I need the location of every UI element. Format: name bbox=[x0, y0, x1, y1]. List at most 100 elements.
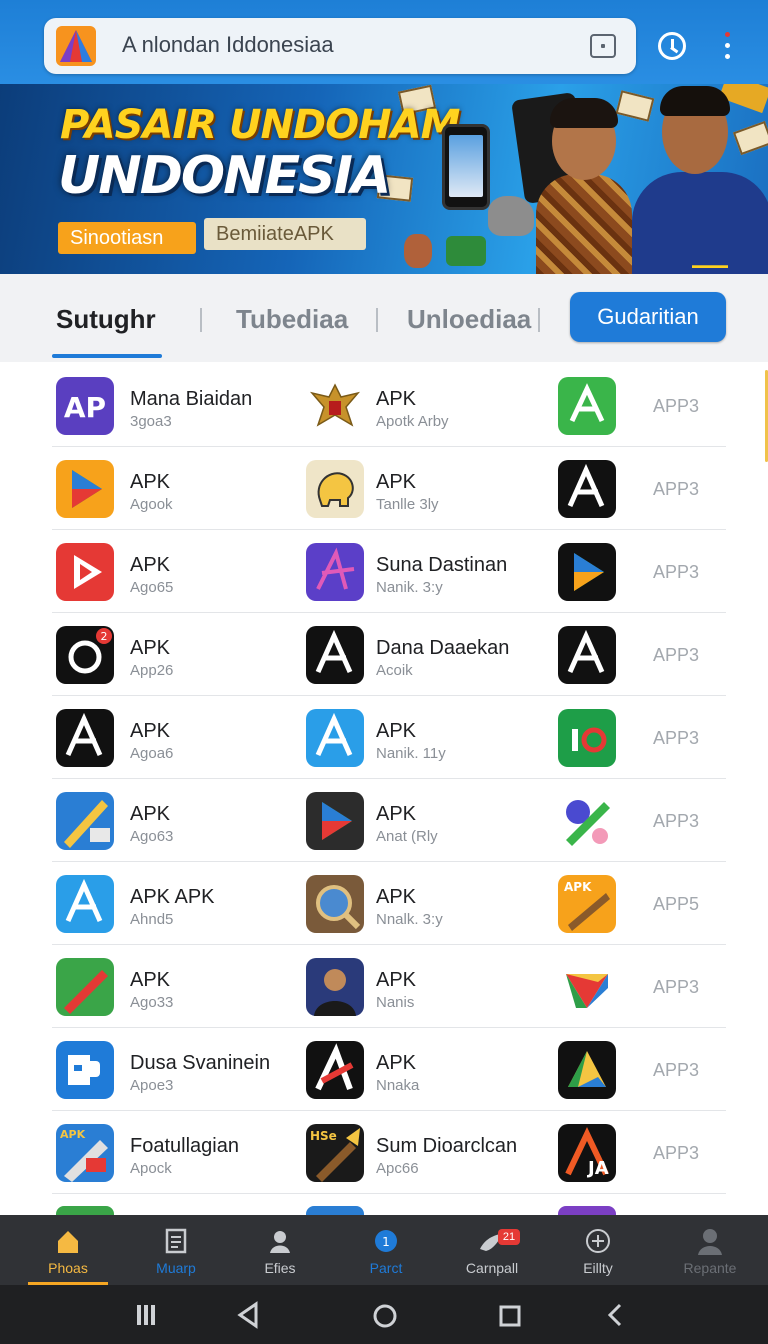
overflow-menu-icon[interactable] bbox=[720, 30, 734, 62]
app-subtitle: Apotk Arby bbox=[376, 413, 449, 430]
back-icon[interactable] bbox=[218, 1285, 278, 1344]
ap-purple-icon: AP bbox=[56, 377, 114, 435]
a-purple-icon bbox=[306, 543, 364, 601]
app-item[interactable]: APK Anat (Rly bbox=[306, 779, 556, 862]
ap-blue-icon bbox=[56, 875, 114, 933]
partial-row bbox=[52, 1200, 726, 1216]
app-subtitle: Nanis bbox=[376, 994, 415, 1011]
nav-item-7[interactable]: Repante bbox=[656, 1215, 764, 1285]
app-item[interactable]: APK Nanis bbox=[306, 945, 556, 1028]
bottom-navigation: Phoas Muarp Efies 1 Parct Carnpall 21 Eillty Rep… bbox=[0, 1215, 768, 1285]
gdrive-icon bbox=[558, 958, 616, 1016]
svg-text:2: 2 bbox=[101, 630, 108, 643]
apk-syringe-icon: APK bbox=[56, 1124, 114, 1182]
app-name: APK bbox=[376, 388, 417, 410]
app-item[interactable]: APK Nanik. 11y bbox=[306, 696, 556, 779]
banner-chip-right[interactable]: BemiiateAPK bbox=[204, 218, 366, 250]
banner-title: PASAIR UNDOHAM bbox=[60, 102, 460, 148]
app-item[interactable]: APK Ago33 bbox=[56, 945, 296, 1028]
app-item[interactable]: APK APK Ahnd5 bbox=[56, 862, 296, 945]
tools-blue-icon bbox=[56, 792, 114, 850]
chevron-left-icon[interactable] bbox=[584, 1285, 644, 1344]
elephant-icon bbox=[306, 460, 364, 518]
app-name: APK bbox=[376, 969, 417, 991]
app-subtitle: Ago33 bbox=[130, 994, 174, 1011]
app-item[interactable]: APP3 bbox=[558, 1028, 726, 1111]
toolkit-icon bbox=[558, 792, 616, 850]
app-item[interactable]: APK Nnaka bbox=[306, 1028, 556, 1111]
nav-item-6[interactable]: Eillty bbox=[544, 1215, 652, 1285]
app-item[interactable]: APK Ago65 bbox=[56, 530, 296, 613]
nav-label: Efies bbox=[264, 1260, 296, 1276]
promo-banner[interactable]: PASAIR UNDOHAM UNDONESIA Sinootiasn Bemi… bbox=[0, 84, 768, 274]
garuda-emblem-icon bbox=[306, 377, 364, 435]
app-item[interactable]: AP Mana Biaidan 3goa3 bbox=[56, 364, 296, 447]
tabs-icon[interactable] bbox=[590, 34, 616, 58]
app-item[interactable]: APK Agoa6 bbox=[56, 696, 296, 779]
tab-1[interactable]: Sutughr bbox=[56, 304, 156, 335]
tab-divider bbox=[376, 308, 378, 332]
nav-item-5[interactable]: Carnpall 21 bbox=[438, 1215, 546, 1285]
app-label: APP3 bbox=[653, 1143, 700, 1163]
history-icon[interactable] bbox=[658, 32, 686, 60]
screen: A nlondan Iddonesiaa PASAIR UNDOHAM UNDO… bbox=[0, 0, 768, 1344]
nav-label: Phoas bbox=[48, 1260, 88, 1276]
app-name: Foatullagian bbox=[130, 1135, 239, 1157]
app-item[interactable]: APP3 bbox=[558, 945, 726, 1028]
app-item[interactable]: APK Ago63 bbox=[56, 779, 296, 862]
app-item[interactable]: HSe Sum Dioarclcan Apc66 bbox=[306, 1111, 556, 1194]
app-item[interactable]: Dana Daaekan Acoik bbox=[306, 613, 556, 696]
app-logo-icon bbox=[56, 26, 96, 66]
url-text: A nlondan Iddonesiaa bbox=[122, 32, 334, 57]
portrait-icon bbox=[306, 958, 364, 1016]
brush-icon: HSe bbox=[306, 1124, 364, 1182]
tab-2[interactable]: Tubediaa bbox=[236, 304, 348, 335]
system-navigation-bar bbox=[0, 1285, 768, 1344]
nav-label: Repante bbox=[683, 1260, 737, 1276]
app-item[interactable]: Suna Dastinan Nanik. 3:y bbox=[306, 530, 556, 613]
app-item[interactable]: APP3 bbox=[558, 613, 726, 696]
app-subtitle: Apc66 bbox=[376, 1160, 419, 1177]
app-item[interactable]: APK Apotk Arby bbox=[306, 364, 556, 447]
floating-card-image bbox=[615, 90, 655, 122]
action-button[interactable]: Gudaritian bbox=[570, 292, 726, 342]
nav-item-3[interactable]: Efies bbox=[226, 1215, 334, 1285]
home-button-icon[interactable] bbox=[354, 1285, 414, 1344]
app-item[interactable]: APP3 bbox=[558, 530, 726, 613]
banner-chip-left[interactable]: Sinootiasn bbox=[58, 222, 196, 254]
app-label: APP3 bbox=[653, 977, 700, 997]
app-subtitle: Nanik. 3:y bbox=[376, 579, 443, 596]
notification-badge: 21 bbox=[498, 1229, 520, 1245]
app-item[interactable]: APK Agook bbox=[56, 447, 296, 530]
recent-apps-icon[interactable] bbox=[116, 1285, 176, 1344]
person-image bbox=[536, 98, 632, 274]
app-item[interactable]: APP3 bbox=[558, 779, 726, 862]
app-label: APP3 bbox=[653, 1060, 700, 1080]
app-item[interactable]: APP3 bbox=[558, 364, 726, 447]
app-item[interactable]: APP3 bbox=[558, 447, 726, 530]
app-item[interactable]: APK APP5 bbox=[558, 862, 726, 945]
home-icon bbox=[54, 1227, 82, 1255]
nav-item-2[interactable]: Muarp bbox=[122, 1215, 230, 1285]
app-row: APK Ago63 APK Anat (Rly APP3 bbox=[52, 779, 726, 862]
app-subtitle: Ahnd5 bbox=[130, 911, 174, 928]
app-item[interactable]: APK Foatullagian Apock bbox=[56, 1111, 296, 1194]
app-item[interactable]: Dusa Svaninein Apoe3 bbox=[56, 1028, 296, 1111]
app-item[interactable]: APP3 bbox=[558, 696, 726, 779]
app-name: APK bbox=[376, 886, 417, 908]
overview-icon[interactable] bbox=[480, 1285, 540, 1344]
app-item[interactable]: 2 APK App26 bbox=[56, 613, 296, 696]
nav-item-1[interactable]: Phoas bbox=[14, 1215, 122, 1285]
app-name: Sum Dioarclcan bbox=[376, 1135, 518, 1157]
app-name: APK bbox=[130, 471, 171, 493]
app-item[interactable]: APK Tanlle 3ly bbox=[306, 447, 556, 530]
tab-3[interactable]: Unloediaa bbox=[407, 304, 531, 335]
browser-toolbar: A nlondan Iddonesiaa bbox=[0, 0, 768, 84]
app-subtitle: Anat (Rly bbox=[376, 828, 438, 845]
app-row: APK APK Ahnd5 APK Nnalk. 3:y APK APP5 bbox=[52, 862, 726, 945]
app-label: APP3 bbox=[653, 396, 700, 416]
app-item[interactable]: JA APP3 bbox=[558, 1111, 726, 1194]
app-item[interactable]: APK Nnalk. 3:y bbox=[306, 862, 556, 945]
nav-item-4[interactable]: 1 Parct bbox=[332, 1215, 440, 1285]
address-bar[interactable]: A nlondan Iddonesiaa bbox=[44, 18, 636, 74]
